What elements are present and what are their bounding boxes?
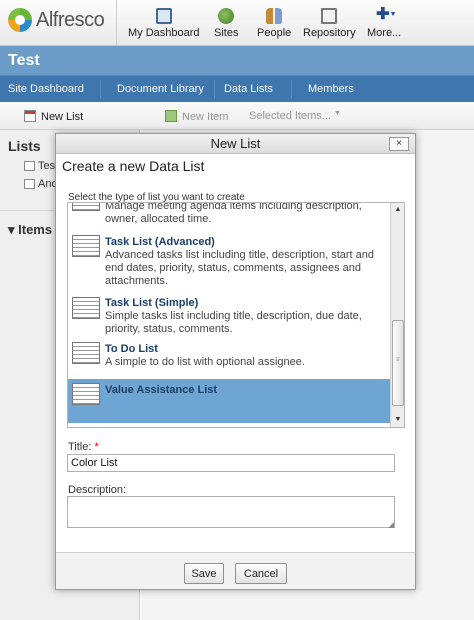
new-item-label: New Item xyxy=(182,111,229,123)
people-icon xyxy=(266,8,283,24)
list-type-task-simple[interactable]: Task List (Simple) Simple tasks list inc… xyxy=(68,295,390,339)
scroll-down-button[interactable]: ▼ xyxy=(392,414,404,426)
tab-separator xyxy=(214,80,215,98)
nav-label: People xyxy=(257,27,292,39)
list-type-description: A simple to do list with optional assign… xyxy=(105,356,305,368)
list-type-name: Task List (Simple) xyxy=(105,297,199,309)
list-type-name: Value Assistance List xyxy=(105,384,218,396)
nav-label: Repository xyxy=(303,27,356,39)
nav-more[interactable]: ✚▼ More... xyxy=(367,6,402,40)
tab-data-lists[interactable]: Data Lists xyxy=(224,83,273,95)
resize-handle-icon[interactable]: ◢ xyxy=(388,520,394,529)
dialog-heading: Create a new Data List xyxy=(62,158,205,174)
tab-members[interactable]: Members xyxy=(308,83,354,95)
title-label: Title: * xyxy=(68,441,99,453)
nav-sites[interactable]: Sites xyxy=(214,8,238,39)
scroll-up-button[interactable]: ▲ xyxy=(392,204,404,216)
lists-heading: Lists xyxy=(8,138,41,154)
tab-separator xyxy=(291,80,292,98)
list-type-icon xyxy=(72,203,100,211)
grip-icon: ≡ xyxy=(396,357,400,363)
list-type-task-advanced[interactable]: Task List (Advanced) Advanced tasks list… xyxy=(68,233,390,295)
cancel-button[interactable]: Cancel xyxy=(235,563,287,584)
chevron-down-icon: ▼ xyxy=(334,110,341,117)
nav-repository[interactable]: Repository xyxy=(303,8,356,39)
site-title: Test xyxy=(8,52,40,69)
repository-icon xyxy=(321,8,338,24)
tab-site-dashboard[interactable]: Site Dashboard xyxy=(8,83,84,95)
new-item-button[interactable]: New Item xyxy=(165,110,228,123)
list-type-scrollbar[interactable]: ▲ ≡ ▼ xyxy=(390,203,404,427)
list-link-label: Tes xyxy=(38,160,56,172)
list-type-todo[interactable]: To Do List A simple to do list with opti… xyxy=(68,340,390,378)
list-icon xyxy=(24,161,35,171)
list-link[interactable]: Ano xyxy=(24,178,58,190)
list-type-picker[interactable]: Manage meeting agenda items including de… xyxy=(67,202,405,428)
nav-people[interactable]: People xyxy=(257,8,291,39)
list-type-description: Advanced tasks list including title, des… xyxy=(105,249,375,287)
nav-label: More... xyxy=(367,27,402,39)
alfresco-logo-icon xyxy=(8,8,32,32)
dashboard-icon xyxy=(155,8,172,24)
list-type-icon xyxy=(72,297,100,319)
scrollbar-thumb[interactable]: ≡ xyxy=(392,320,404,406)
app-header: Alfresco My Dashboard Sites People Repos… xyxy=(0,0,474,46)
tab-document-library[interactable]: Document Library xyxy=(117,83,204,95)
new-list-icon xyxy=(24,110,36,122)
selected-items-menu[interactable]: Selected Items... ▼ xyxy=(249,110,341,122)
tab-separator xyxy=(100,80,101,98)
new-list-button[interactable]: New List xyxy=(24,110,83,123)
site-navigation: Site Dashboard Document Library Data Lis… xyxy=(0,76,474,102)
logo-text: Alfresco xyxy=(36,8,105,31)
nav-label: Sites xyxy=(214,27,239,39)
items-heading-label: Items xyxy=(18,222,53,237)
nav-label: My Dashboard xyxy=(128,27,200,39)
selected-items-label: Selected Items... xyxy=(249,110,331,122)
header-divider xyxy=(116,0,117,46)
close-icon: × xyxy=(396,138,402,149)
list-type-icon xyxy=(72,235,100,257)
list-type-name: Task List (Advanced) xyxy=(105,236,215,248)
new-list-label: New List xyxy=(41,111,84,123)
description-label: Description: xyxy=(68,484,127,496)
list-type-name: To Do List xyxy=(105,343,158,355)
list-link[interactable]: Tes xyxy=(24,160,55,172)
save-button[interactable]: Save xyxy=(184,563,224,584)
sites-icon xyxy=(218,8,235,24)
title-input[interactable] xyxy=(67,454,395,472)
nav-my-dashboard[interactable]: My Dashboard xyxy=(128,8,200,39)
list-type-description: Simple tasks list including title, descr… xyxy=(105,310,362,335)
list-type-icon xyxy=(72,383,100,405)
dialog-footer: Save Cancel xyxy=(56,552,415,589)
required-marker: * xyxy=(94,441,99,453)
close-button[interactable]: × xyxy=(389,137,409,151)
new-item-icon xyxy=(165,110,177,122)
list-type-description: Manage meeting agenda items including de… xyxy=(105,202,362,225)
alfresco-logo[interactable]: Alfresco xyxy=(8,8,105,32)
data-list-toolbar: New List New Item Selected Items... ▼ xyxy=(0,102,474,130)
new-list-dialog: New List × Create a new Data List Select… xyxy=(55,133,416,590)
list-type-meeting-agenda[interactable]: Manage meeting agenda items including de… xyxy=(68,202,390,229)
dialog-title: New List xyxy=(210,136,261,151)
plus-icon: ✚▼ xyxy=(376,6,397,23)
list-type-icon xyxy=(72,342,100,364)
description-input[interactable] xyxy=(67,496,395,528)
list-icon xyxy=(24,179,35,189)
items-heading[interactable]: ▾ Items xyxy=(8,222,52,238)
site-title-bar: Test xyxy=(0,46,474,76)
title-label-text: Title: xyxy=(68,441,92,453)
list-type-value-assistance[interactable]: Value Assistance List xyxy=(68,379,390,423)
dialog-title-bar: New List xyxy=(56,134,415,154)
